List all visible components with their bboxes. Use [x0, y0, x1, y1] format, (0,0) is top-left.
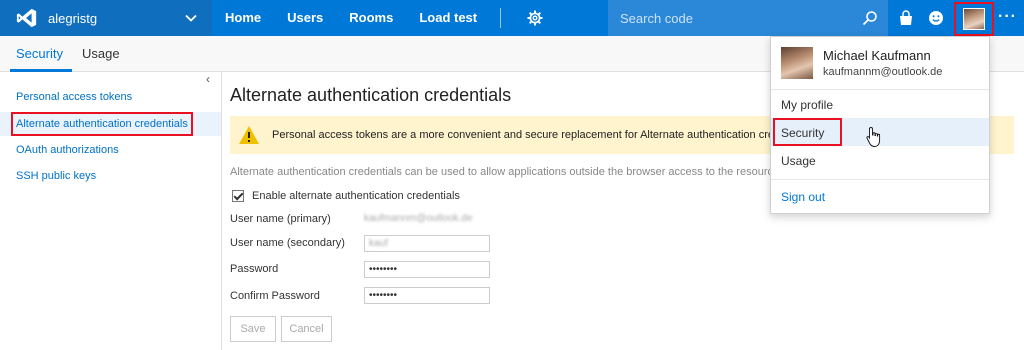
password-label: Password [230, 263, 279, 275]
save-button[interactable]: Save [230, 316, 276, 342]
profile-avatar [781, 47, 813, 79]
menu-item-usage[interactable]: Usage [781, 154, 816, 168]
page-title: Alternate authentication credentials [230, 85, 512, 105]
nav-home[interactable]: Home [212, 0, 274, 36]
vs-logo-icon [16, 8, 37, 28]
nav-users[interactable]: Users [274, 0, 336, 36]
password-input[interactable]: •••••••• [364, 261, 490, 278]
warning-icon [239, 126, 259, 144]
hub-nav: Home Users Rooms Load test [212, 0, 543, 36]
enable-credentials-checkbox[interactable] [232, 190, 244, 202]
profile-email: kaufmannm@outlook.de [823, 66, 943, 78]
account-name: alegristg [48, 10, 98, 26]
sidebar-item-oauth[interactable]: OAuth authorizations [16, 144, 119, 156]
tab-security[interactable]: Security [16, 46, 63, 61]
username-primary-value: kaufmannm@outlook.de [364, 213, 473, 224]
cancel-button[interactable]: Cancel [281, 316, 332, 342]
username-secondary-input[interactable]: kauf [364, 235, 490, 252]
confirm-password-input[interactable]: •••••••• [364, 287, 490, 304]
cursor-hand-icon [866, 127, 881, 147]
search-input[interactable]: Search code [620, 11, 862, 26]
top-bar: alegristg Home Users Rooms Load test Sea… [0, 0, 1024, 36]
search-box[interactable]: Search code [608, 0, 888, 36]
profile-name: Michael Kaufmann [823, 48, 931, 63]
highlight-box [11, 112, 193, 136]
nav-rooms[interactable]: Rooms [336, 0, 406, 36]
enable-credentials-label: Enable alternate authentication credenti… [252, 190, 460, 202]
smiley-icon[interactable] [928, 10, 944, 26]
confirm-password-label: Confirm Password [230, 290, 320, 302]
sidebar: ‹ Personal access tokens Alternate authe… [0, 72, 222, 350]
nav-load-test[interactable]: Load test [406, 0, 490, 36]
tab-usage[interactable]: Usage [82, 46, 120, 61]
collapse-icon[interactable]: ‹ [206, 72, 210, 86]
search-icon[interactable] [862, 10, 878, 26]
menu-item-my-profile[interactable]: My profile [781, 98, 833, 112]
nav-divider [500, 8, 502, 28]
gear-icon[interactable] [527, 10, 543, 26]
description: Alternate authentication credentials can… [230, 166, 790, 178]
menu-divider [771, 89, 989, 90]
warning-text: Personal access tokens are a more conven… [272, 129, 796, 141]
menu-divider [771, 179, 989, 180]
menu-item-sign-out[interactable]: Sign out [781, 190, 825, 204]
avatar-icon [963, 8, 985, 30]
account-switcher[interactable]: alegristg [0, 0, 212, 36]
username-secondary-label: User name (secondary) [230, 237, 345, 249]
sidebar-item-personal-access-tokens[interactable]: Personal access tokens [16, 91, 132, 103]
highlight-box [773, 118, 842, 146]
enable-credentials-row[interactable]: Enable alternate authentication credenti… [232, 190, 460, 202]
profile-menu: Michael Kaufmann kaufmannm@outlook.de My… [770, 36, 990, 214]
sidebar-item-ssh-keys[interactable]: SSH public keys [16, 170, 96, 182]
more-icon[interactable]: ··· [998, 8, 1017, 26]
chevron-down-icon[interactable] [184, 11, 198, 25]
bag-icon[interactable] [898, 10, 914, 26]
profile-button[interactable] [954, 2, 994, 36]
username-primary-label: User name (primary) [230, 213, 331, 225]
